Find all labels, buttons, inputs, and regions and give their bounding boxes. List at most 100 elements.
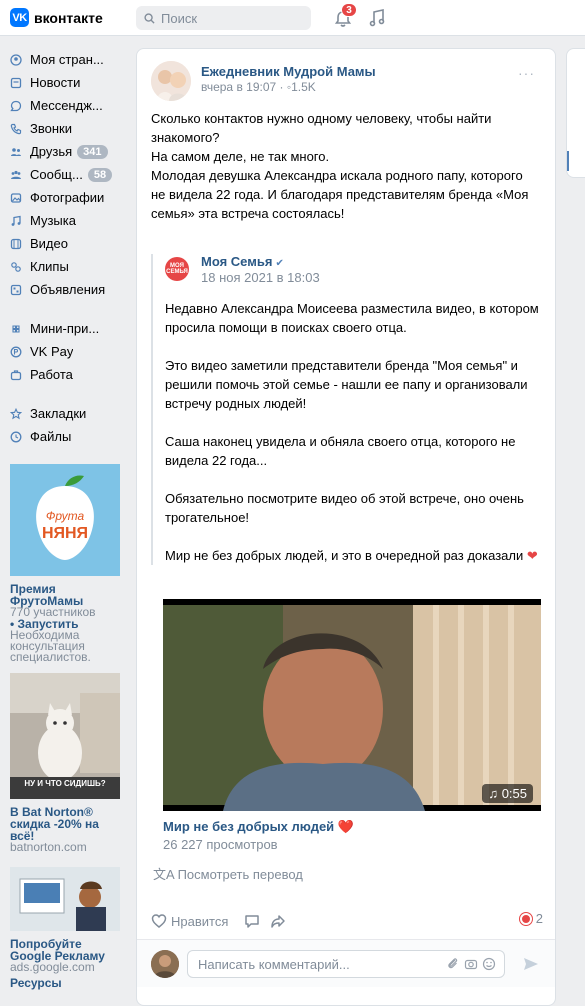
message-icon	[10, 100, 22, 112]
photo-icon	[10, 192, 22, 204]
sidebar-item-label: Объявления	[30, 282, 106, 297]
sidebar-item-news[interactable]: Новости	[10, 71, 125, 94]
ad-block-google[interactable]: Попробуйте Google Рекламу ads.google.com…	[10, 867, 125, 989]
sidebar-item-friends[interactable]: Друзья 341	[10, 140, 125, 163]
post-text: Сколько контактов нужно одному человеку,…	[151, 111, 529, 221]
sidebar-item-label: Клипы	[30, 259, 69, 274]
sidebar-item-messenger[interactable]: Мессендж...	[10, 94, 125, 117]
sidebar-item-my-page[interactable]: Моя стран...	[10, 48, 125, 71]
user-circle-icon	[10, 53, 22, 66]
friends-count-badge: 341	[77, 144, 108, 159]
repost-text: Недавно Александра Моисеева разместила в…	[165, 299, 545, 565]
ad-block-frutonyanya[interactable]: Фрута НЯНЯ Премия ФрутоМамы 770 участник…	[10, 464, 125, 663]
reaction-heart-icon	[519, 912, 532, 925]
camera-icon[interactable]	[464, 957, 478, 971]
communities-count-badge: 58	[87, 167, 113, 182]
ad-image-frutonyanya: Фрута НЯНЯ	[10, 464, 120, 576]
sidebar-item-label: Видео	[30, 236, 68, 251]
video-player[interactable]: ♫ 0:55	[163, 599, 541, 811]
like-button[interactable]: Нравится	[151, 913, 228, 929]
vk-logo[interactable]: VK вконтакте	[10, 8, 103, 27]
sidebar-item-label: Друзья	[30, 144, 73, 159]
sidebar-item-label: Звонки	[30, 121, 72, 136]
top-bar: VK вконтакте 3	[0, 0, 585, 36]
ad-image-google	[10, 867, 120, 931]
logo-text: вконтакте	[34, 9, 103, 26]
sidebar-item-label: Закладки	[30, 406, 87, 421]
sidebar-item-calls[interactable]: Звонки	[10, 117, 125, 140]
sidebar-item-label: VK Pay	[30, 344, 74, 359]
repost-author-name[interactable]: Моя Семья	[201, 254, 272, 269]
repost-block: МОЯ СЕМЬЯ Моя Семья ✔ 18 ноя 2021 в 18:03…	[151, 254, 551, 565]
author-avatar[interactable]	[151, 61, 191, 101]
video-duration: ♫ 0:55	[482, 784, 533, 803]
sidebar-item-files[interactable]: Файлы	[10, 425, 125, 448]
video-icon	[10, 238, 22, 250]
attach-icon[interactable]	[446, 957, 460, 971]
share-icon	[271, 915, 286, 928]
video-thumbnail	[163, 599, 541, 811]
sidebar-item-mini-apps[interactable]: Мини-при...	[10, 317, 125, 340]
clips-icon	[10, 261, 22, 273]
ad-title[interactable]: Премия ФрутоМамы	[10, 583, 125, 607]
more-options-icon[interactable]: ···	[518, 65, 535, 81]
share-button[interactable]	[270, 913, 290, 929]
right-panel-peek[interactable]	[566, 48, 585, 178]
search-box[interactable]	[136, 6, 311, 30]
like-label: Нравится	[171, 913, 229, 929]
post-header: Ежедневник Мудрой Мамы вчера в 19:07 · ◦…	[151, 61, 376, 101]
current-user-avatar[interactable]	[151, 950, 179, 978]
sidebar-separator	[10, 301, 125, 317]
sidebar-item-label: Моя стран...	[30, 52, 104, 67]
sidebar-item-label: Мини-при...	[30, 321, 100, 336]
heart-outline-icon	[151, 914, 167, 928]
ad-title[interactable]: Попробуйте Google Рекламу	[10, 938, 125, 962]
sidebar-item-photos[interactable]: Фотографии	[10, 186, 125, 209]
sidebar-item-label: Сообщ...	[30, 167, 83, 182]
sidebar-separator	[10, 386, 125, 402]
sidebar-item-bookmarks[interactable]: Закладки	[10, 402, 125, 425]
reactions-count: 2	[535, 911, 543, 926]
sidebar-item-classifieds[interactable]: Объявления	[10, 278, 125, 301]
newspaper-icon	[10, 77, 22, 89]
left-sidebar: Моя стран... Новости Мессендж... Звонки …	[10, 48, 125, 989]
search-input[interactable]	[161, 10, 301, 26]
comment-tools	[442, 957, 496, 971]
ad-disclaimer: Необходима консультация специалистов.	[10, 628, 91, 664]
emoji-icon[interactable]	[482, 957, 496, 971]
ad-block-batnorton[interactable]: НУ И ЧТО СИДИШЬ? В Bat Norton® скидка -2…	[10, 673, 125, 853]
music-player-icon[interactable]	[369, 9, 385, 27]
repost-avatar[interactable]: МОЯ СЕМЬЯ	[165, 257, 189, 281]
sidebar-item-work[interactable]: Работа	[10, 363, 125, 386]
repost-author-info: Моя Семья ✔ 18 ноя 2021 в 18:03	[201, 254, 320, 285]
peek-selection-indicator	[567, 151, 569, 171]
heart-icon: ❤	[526, 548, 538, 563]
ad-title-secondary[interactable]: Ресурсы	[10, 977, 125, 989]
comment-button[interactable]	[244, 913, 264, 929]
sidebar-item-music[interactable]: Музыка	[10, 209, 125, 232]
send-icon[interactable]	[522, 955, 540, 973]
bookmark-icon	[10, 407, 22, 420]
sidebar-item-communities[interactable]: Сообщ... 58	[10, 163, 125, 186]
sidebar-item-label: Новости	[30, 75, 81, 90]
vk-logo-icon: VK	[10, 8, 29, 27]
video-title[interactable]: Мир не без добрых людей ❤️	[163, 819, 354, 835]
reactions-summary[interactable]: 2	[519, 911, 543, 926]
classifieds-icon	[10, 284, 22, 296]
translate-link[interactable]: 文A Посмотреть перевод	[153, 864, 303, 883]
post-meta[interactable]: вчера в 19:07 · ◦1.5K	[201, 80, 376, 94]
sidebar-item-vkpay[interactable]: VK Pay	[10, 340, 125, 363]
video-views: 26 227 просмотров	[163, 837, 278, 852]
sidebar-item-label: Музыка	[30, 213, 76, 228]
sidebar-item-label: Работа	[30, 367, 73, 382]
sidebar-item-video[interactable]: Видео	[10, 232, 125, 255]
post-actions: Нравится 2	[151, 911, 543, 931]
author-name[interactable]: Ежедневник Мудрой Мамы	[201, 64, 376, 79]
ad-title[interactable]: В Bat Norton® скидка -20% на всё!	[10, 806, 125, 842]
repost-header: МОЯ СЕМЬЯ Моя Семья ✔ 18 ноя 2021 в 18:03	[165, 254, 551, 285]
repost-date[interactable]: 18 ноя 2021 в 18:03	[201, 270, 320, 285]
mini-apps-icon	[10, 323, 22, 335]
notifications-badge: 3	[341, 3, 357, 17]
sidebar-item-clips[interactable]: Клипы	[10, 255, 125, 278]
search-icon	[144, 12, 155, 24]
